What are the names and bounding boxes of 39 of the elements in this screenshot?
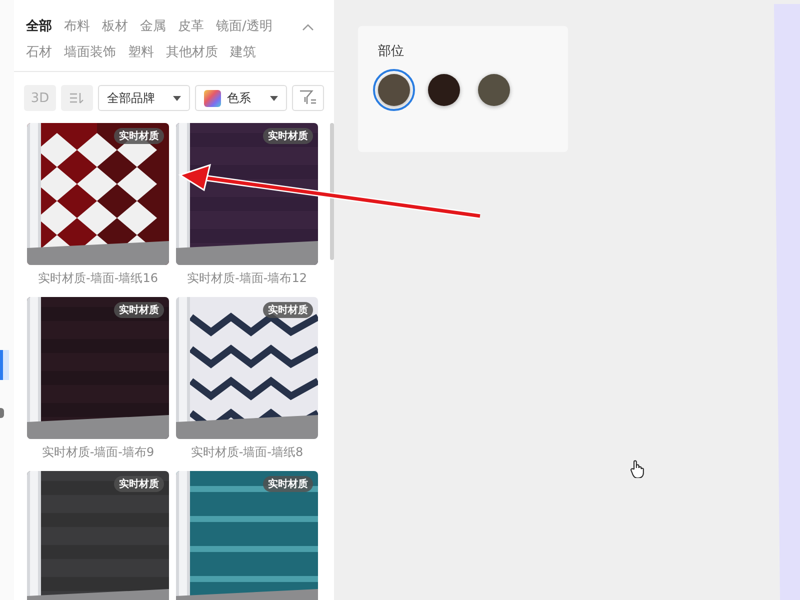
- realtime-badge: 实时材质: [114, 476, 164, 492]
- scrollbar[interactable]: [330, 123, 334, 260]
- category-tab[interactable]: 金属: [140, 17, 166, 37]
- category-tab[interactable]: 板材: [102, 17, 128, 37]
- color-dropdown[interactable]: 色系: [195, 85, 287, 111]
- filter-icon: [299, 90, 317, 106]
- color-gradient-icon: [204, 90, 221, 106]
- category-tab[interactable]: 其他材质: [166, 43, 218, 63]
- color-swatch[interactable]: [478, 74, 510, 106]
- material-label: 实时材质-墙面-墙纸16: [38, 270, 158, 287]
- category-tab[interactable]: 石材: [26, 43, 52, 63]
- category-tab[interactable]: 塑料: [128, 43, 154, 63]
- realtime-badge: 实时材质: [114, 302, 164, 318]
- category-tab[interactable]: 皮革: [178, 17, 204, 37]
- color-swatch[interactable]: [428, 74, 460, 106]
- rail-tab[interactable]: [0, 350, 9, 380]
- collapse-icon[interactable]: [302, 23, 314, 31]
- rail-icon[interactable]: [0, 408, 4, 418]
- caret-icon: [173, 96, 181, 100]
- color-swatch[interactable]: [378, 74, 410, 106]
- category-tab[interactable]: 全部: [26, 17, 52, 37]
- realtime-badge: 实时材质: [263, 302, 313, 318]
- card-title: 部位: [378, 44, 404, 59]
- filter-button[interactable]: [292, 85, 324, 111]
- category-tab[interactable]: 布料: [64, 17, 90, 37]
- material-label: 实时材质-墙面-墙纸8: [190, 444, 304, 461]
- hand-cursor-icon: [630, 460, 644, 478]
- realtime-badge: 实时材质: [263, 128, 313, 144]
- material-label: 实时材质-墙面-墙布12: [187, 270, 307, 287]
- realtime-badge: 实时材质: [114, 128, 164, 144]
- category-tab[interactable]: 建筑: [230, 43, 256, 63]
- material-label: 实时材质-墙面-墙布9: [42, 444, 154, 461]
- sort-icon: [69, 92, 85, 104]
- 3d-button[interactable]: 3D: [24, 85, 56, 111]
- brand-dropdown[interactable]: 全部品牌: [98, 85, 190, 111]
- realtime-badge: 实时材质: [263, 476, 313, 492]
- category-tab[interactable]: 镜面/透明: [216, 17, 272, 37]
- category-tab[interactable]: 墙面装饰: [64, 43, 116, 63]
- caret-icon: [270, 96, 278, 100]
